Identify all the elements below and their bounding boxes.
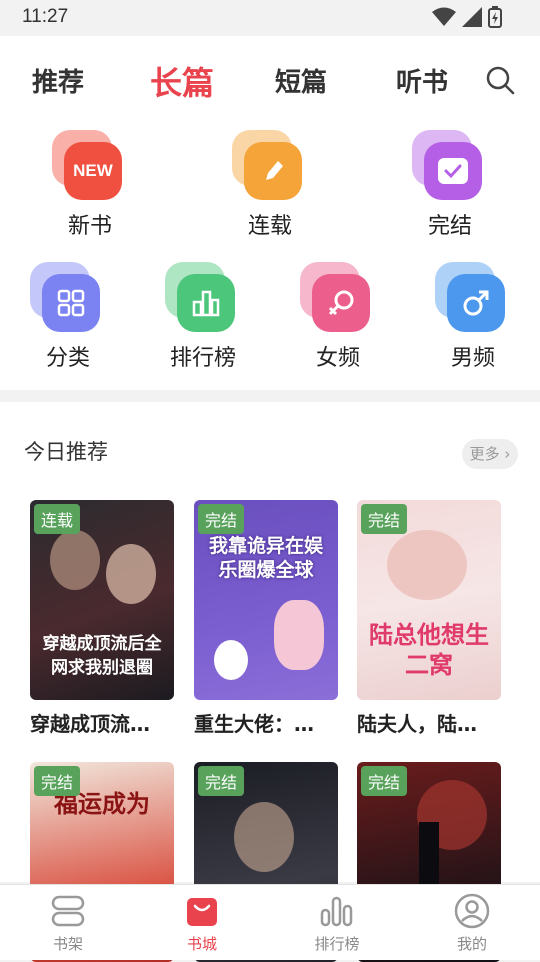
nav-label: 书架: [52, 935, 83, 953]
book-title: 穿越成顶流…: [30, 712, 150, 736]
category-completed[interactable]: 完结: [390, 130, 510, 240]
new-icon: NEW: [73, 161, 113, 180]
book-card[interactable]: 穿越成顶流后全网求我别退圈 连载 穿越成顶流…: [30, 500, 174, 737]
category-label: 排行榜: [169, 346, 236, 371]
nav-ranking[interactable]: 排行榜: [287, 891, 387, 954]
category-serializing[interactable]: 连载: [210, 130, 330, 240]
book-title: 陆夫人，陆…: [357, 712, 477, 736]
status-badge: 完结: [34, 766, 81, 796]
category-label: 男频: [450, 346, 495, 371]
status-badge: 完结: [198, 766, 245, 796]
status-badge: 完结: [361, 504, 408, 534]
section-title: 今日推荐: [24, 440, 108, 464]
tab-audiobook[interactable]: 听书: [396, 62, 448, 99]
book-card[interactable]: 我靠诡异在娱乐圈爆全球 完结 重生大佬：…: [194, 500, 338, 737]
category-ranking[interactable]: 排行榜: [143, 262, 263, 372]
nav-bookstore[interactable]: 书城: [152, 891, 252, 954]
check-icon: [438, 158, 468, 184]
male-icon: [463, 290, 489, 316]
bookstore-icon: [187, 898, 217, 926]
nav-profile[interactable]: 我的: [422, 891, 522, 954]
ranking-icon: [320, 896, 353, 927]
nav-label: 排行榜: [314, 935, 360, 953]
tab-recommend[interactable]: 推荐: [32, 62, 84, 99]
status-badge: 完结: [361, 766, 408, 796]
signal-icon: [462, 7, 482, 27]
status-time: 11:27: [22, 6, 69, 27]
category-label: 女频: [315, 346, 360, 371]
battery-icon: [488, 6, 502, 28]
bookshelf-icon: [51, 895, 85, 927]
category-label: 新书: [67, 214, 112, 239]
grid-icon: [57, 289, 85, 317]
category-label: 分类: [45, 346, 90, 371]
more-button[interactable]: 更多 ›: [462, 439, 518, 469]
bar-chart-icon: [192, 290, 220, 317]
book-cover[interactable]: 我靠诡异在娱乐圈爆全球 完结: [194, 500, 338, 700]
status-badge: 完结: [198, 504, 245, 534]
wifi-icon: [432, 7, 456, 26]
nav-bookshelf[interactable]: 书架: [18, 891, 118, 954]
search-icon[interactable]: [484, 64, 516, 96]
book-card[interactable]: 陆总他想生二窝 完结 陆夫人，陆…: [357, 500, 501, 737]
today-recommend-section: 今日推荐 更多 › 穿越成顶流后全网求我别退圈 连载 穿越成顶流… 我靠诡异在娱…: [0, 402, 540, 962]
status-icons: [432, 6, 502, 28]
book-cover[interactable]: 穿越成顶流后全网求我别退圈 连载: [30, 500, 174, 700]
category-female[interactable]: 女频: [278, 262, 398, 372]
top-tabs: 推荐 长篇 短篇 听书: [0, 48, 540, 112]
category-classify[interactable]: 分类: [8, 262, 128, 372]
bottom-nav: 书架 书城 排行榜 我的: [0, 884, 540, 960]
category-new-books[interactable]: NEW 新书: [30, 130, 150, 240]
tab-long[interactable]: 长篇: [150, 58, 214, 104]
pencil-icon: [266, 161, 283, 180]
book-title: 重生大佬：…: [194, 712, 314, 736]
status-bar: 11:27: [0, 0, 540, 36]
category-male[interactable]: 男频: [413, 262, 533, 372]
tab-short[interactable]: 短篇: [275, 62, 327, 99]
book-cover[interactable]: 陆总他想生二窝 完结: [357, 500, 501, 700]
category-label: 完结: [427, 214, 472, 239]
female-icon: [328, 290, 354, 316]
status-badge: 连载: [34, 504, 81, 534]
category-label: 连载: [247, 214, 292, 239]
nav-label: 我的: [456, 935, 487, 953]
nav-label: 书城: [186, 935, 217, 953]
profile-icon: [454, 893, 490, 929]
